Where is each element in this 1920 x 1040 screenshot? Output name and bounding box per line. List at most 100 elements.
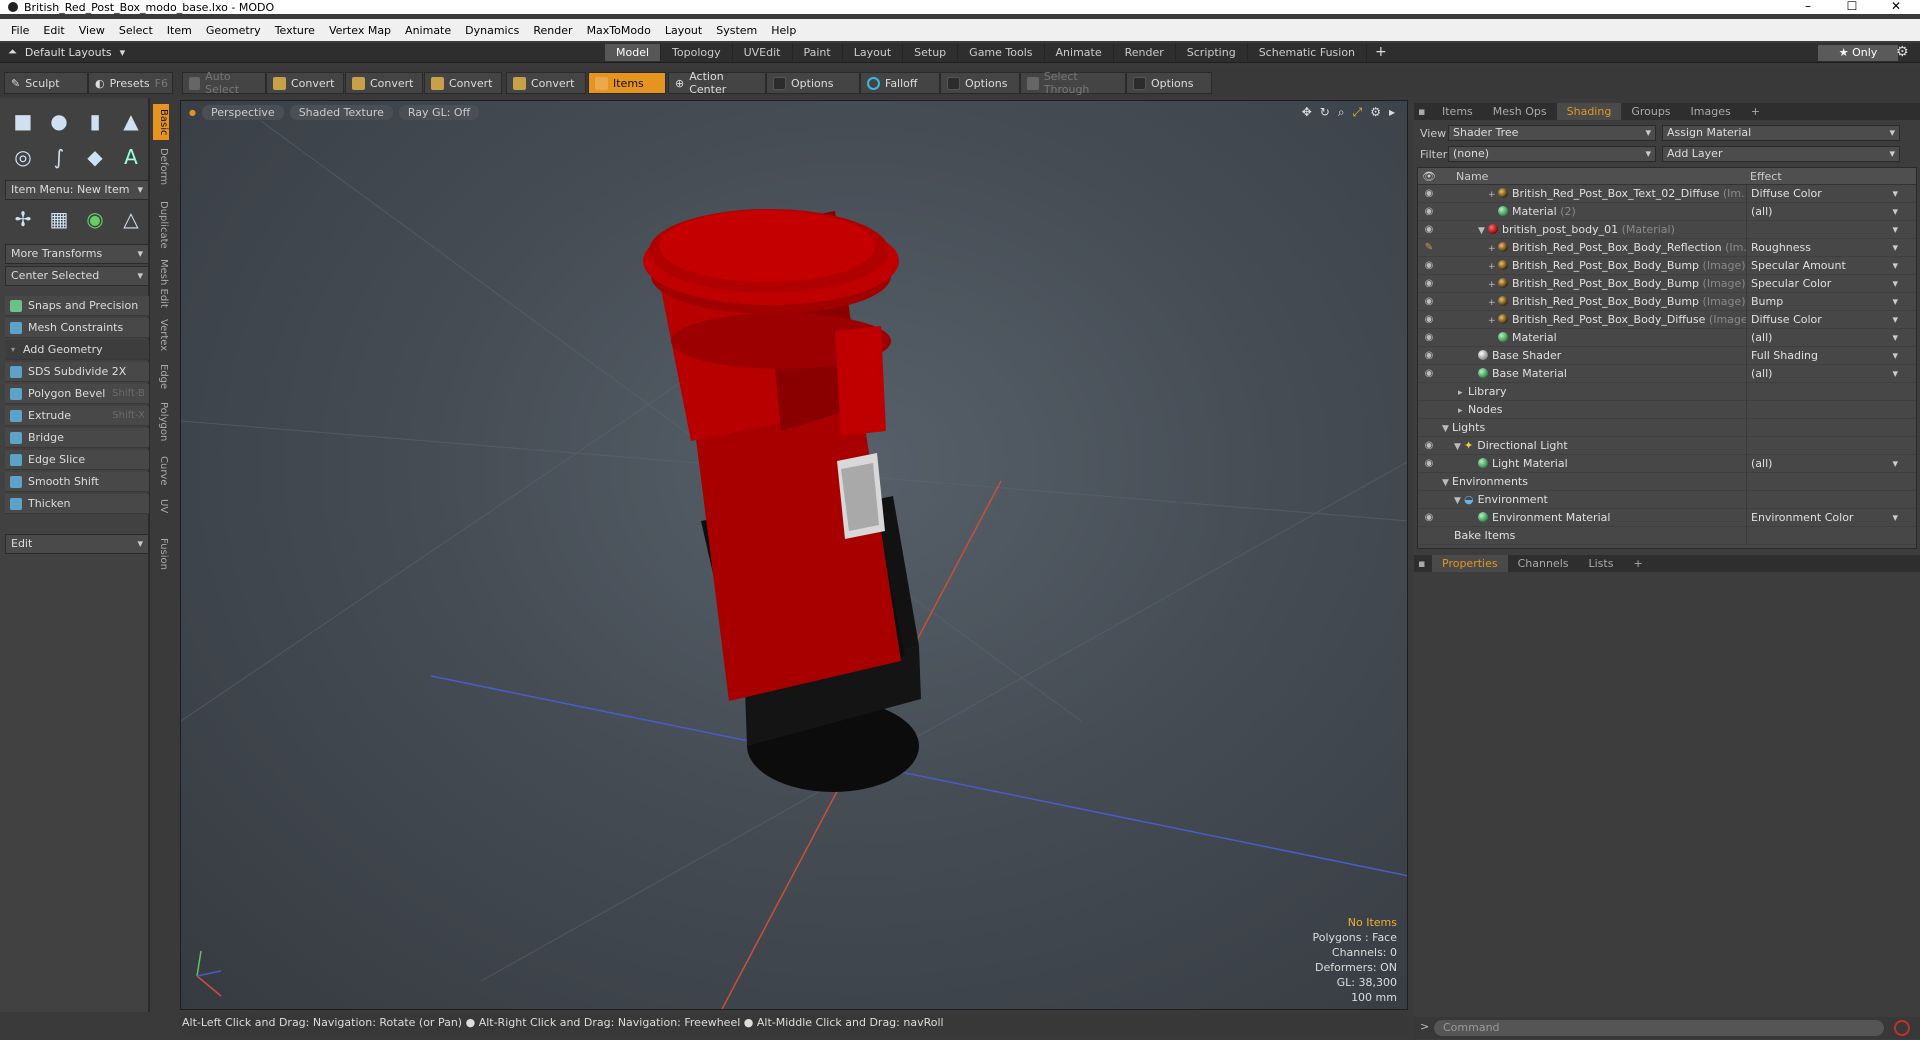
tab-scripting[interactable]: Scripting [1176,44,1248,61]
extrude-button[interactable]: Extrude Shift-X [5,406,149,426]
viewport-gear-icon[interactable]: ⚙ [1370,105,1381,120]
expand-icon[interactable]: + [1488,276,1498,292]
convert-polygon-button[interactable]: Convert [424,72,502,94]
zoom-icon[interactable]: ⌕ [1338,105,1345,120]
effect-dropdown[interactable]: Roughness [1746,239,1904,256]
command-input[interactable]: Command [1434,1020,1884,1036]
menu-texture[interactable]: Texture [268,24,322,37]
vtab-polygon[interactable]: Polygon [153,400,169,444]
gear-icon[interactable]: ⚙ [1896,44,1909,60]
pen-icon[interactable]: ◆ [80,142,110,172]
panel-menu-icon[interactable]: ▪ [1414,555,1432,572]
auto-select-button[interactable]: Auto Select [182,70,266,96]
effect-dropdown[interactable]: Diffuse Color [1746,311,1904,328]
brush-icon[interactable]: ✎ [1418,239,1440,256]
tree-row[interactable]: ▼ Lights [1418,419,1916,437]
sculpt-button[interactable]: ✎ Sculpt [4,72,88,94]
sds-subdivide-button[interactable]: SDS Subdivide 2X [5,362,149,382]
edge-slice-button[interactable]: Edge Slice [5,450,149,470]
tree-row[interactable]: ▸ Nodes [1418,401,1916,419]
eye-icon[interactable]: ◉ [1418,257,1440,274]
collapse-icon[interactable]: ▼ [1478,222,1488,238]
polygon-bevel-button[interactable]: Polygon Bevel Shift-B [5,384,149,404]
menu-maxtomodo[interactable]: MaxToModo [580,24,658,37]
eye-icon[interactable]: ◉ [1418,455,1440,472]
tree-row[interactable]: ◉ + British_Red_Post_Box_Text_02_Diffuse (… [1418,185,1916,203]
only-toggle[interactable]: ★ Only [1818,45,1898,61]
tab-images[interactable]: Images [1681,103,1741,120]
tab-animate[interactable]: Animate [1045,44,1114,61]
tree-row[interactable]: ◉ Environment Material Environment Color [1418,509,1916,527]
tab-game-tools[interactable]: Game Tools [958,44,1045,61]
tab-setup[interactable]: Setup [903,44,959,61]
mesh-constraints-button[interactable]: Mesh Constraints [5,318,149,338]
fit-view-icon[interactable]: ⤢ [1353,105,1363,120]
expand-icon[interactable]: + [1488,258,1498,274]
minimize-button[interactable]: – [1788,0,1828,14]
expand-icon[interactable]: + [1488,312,1498,328]
text-icon[interactable]: A [116,142,146,172]
menu-layout[interactable]: Layout [658,24,709,37]
item-menu-dropdown[interactable]: Item Menu: New Item [5,180,149,200]
vtab-mesh-edit[interactable]: Mesh Edit [153,258,169,308]
expand-icon[interactable]: + [1488,186,1498,202]
effect-dropdown[interactable]: Specular Color [1746,275,1904,292]
effect-dropdown[interactable]: Full Shading [1746,347,1904,364]
tab-layout[interactable]: Layout [843,44,904,61]
eye-icon[interactable]: ◉ [1418,509,1440,526]
falloff-options-button[interactable]: Options [940,72,1020,94]
select-through-button[interactable]: Select Through [1020,70,1126,96]
collapse-icon[interactable]: ▼ [1454,492,1464,508]
tab-model[interactable]: Model [605,44,662,61]
effect-dropdown[interactable]: Bump [1746,293,1904,310]
tree-row[interactable]: ◉ Base Material (all) [1418,365,1916,383]
action-center-options-button[interactable]: Options [766,72,860,94]
tree-row[interactable]: ◉ + British_Red_Post_Box_Body_Diffuse (Ima… [1418,311,1916,329]
presets-button[interactable]: ◐ Presets F6 [88,72,173,94]
menu-render[interactable]: Render [526,24,579,37]
tree-row[interactable]: ▸ Library [1418,383,1916,401]
vtab-uv[interactable]: UV [153,496,169,516]
name-column-header[interactable]: Name [1440,168,1746,184]
tree-row[interactable]: ✎ + British_Red_Post_Box_Body_Reflection (… [1418,239,1916,257]
tab-shading[interactable]: Shading [1556,103,1622,120]
maximize-button[interactable]: ☐ [1832,0,1872,14]
tree-row[interactable]: ◉ Material (all) [1418,329,1916,347]
eye-icon[interactable]: ◉ [1418,203,1440,220]
eye-icon[interactable]: ◉ [1418,275,1440,292]
capsule-icon[interactable]: ∫ [44,142,74,172]
locator-icon[interactable]: ✢ [8,204,38,234]
viewport-menu-icon[interactable]: ● [189,105,196,120]
thicken-button[interactable]: Thicken [5,494,149,514]
tree-row[interactable]: ◉ Base Shader Full Shading [1418,347,1916,365]
menu-geometry[interactable]: Geometry [199,24,268,37]
tab-mesh-ops[interactable]: Mesh Ops [1483,103,1557,120]
items-mode-button[interactable]: Items [588,72,666,94]
tab-paint[interactable]: Paint [793,44,843,61]
convert-edge-button[interactable]: Convert [345,72,423,94]
rotate-view-icon[interactable]: ↻ [1320,105,1330,120]
tree-row[interactable]: Bake Items [1418,527,1916,545]
menu-select[interactable]: Select [112,24,160,37]
tab-channels[interactable]: Channels [1508,555,1579,572]
falloff-button[interactable]: Falloff [860,72,940,94]
eye-icon[interactable]: ◉ [1418,437,1440,454]
tab-render[interactable]: Render [1114,44,1176,61]
snaps-precision-button[interactable]: Snaps and Precision [5,296,149,316]
eye-icon[interactable]: ◉ [1418,365,1440,382]
expand-icon[interactable]: + [1488,294,1498,310]
light-cone-icon[interactable]: △ [116,204,146,234]
sphere-icon[interactable]: ● [44,106,74,136]
assign-material-button[interactable]: Assign Material [1662,125,1900,141]
folder-expand-icon[interactable]: ▸ [1458,384,1468,400]
convert-vertex-button[interactable]: Convert [266,72,344,94]
tree-row[interactable]: ▼ Environments [1418,473,1916,491]
tree-row[interactable]: ◉ Light Material (all) [1418,455,1916,473]
center-selected-dropdown[interactable]: Center Selected [5,266,149,286]
edit-dropdown[interactable]: Edit [5,534,149,554]
tree-row[interactable]: ◉ ▼ ✦ Directional Light [1418,437,1916,455]
bridge-button[interactable]: Bridge [5,428,149,448]
ray-gl-button[interactable]: Ray GL: Off [398,105,480,120]
cylinder-icon[interactable]: ▮ [80,106,110,136]
grid-icon[interactable]: ▦ [44,204,74,234]
